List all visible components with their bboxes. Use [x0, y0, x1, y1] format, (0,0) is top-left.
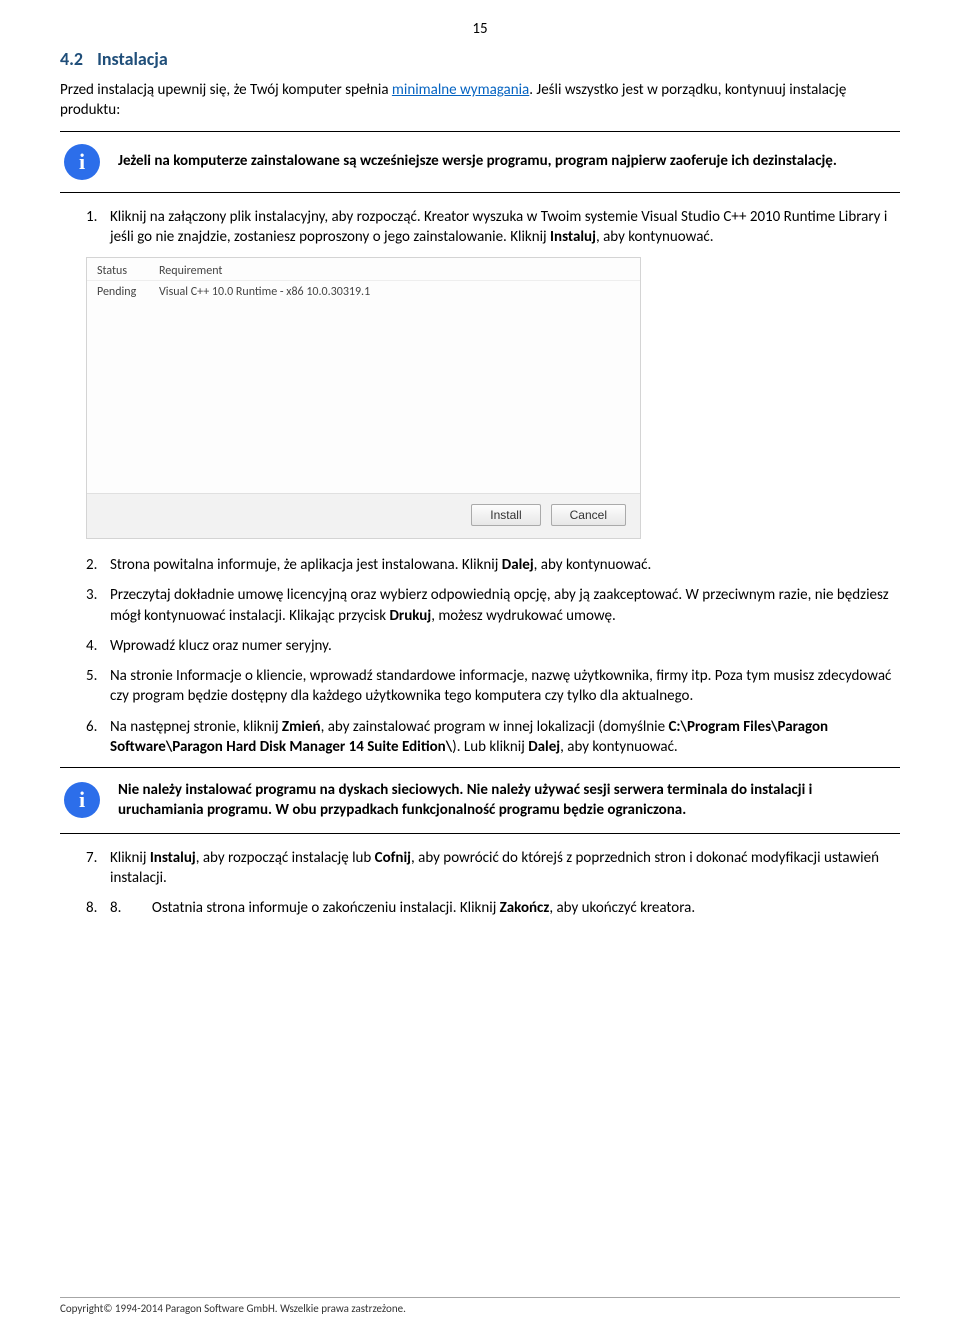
t: , aby kontynuować. [534, 556, 652, 574]
t: , aby kontynuować. [596, 228, 714, 246]
step-6: 6. Na następnej stronie, kliknij Zmień, … [86, 717, 900, 758]
installer-screenshot: Status Requirement Pending Visual C++ 10… [86, 257, 641, 539]
t: Strona powitalna informuje, że aplikacja… [110, 556, 502, 574]
intro-paragraph: Przed instalacją upewnij się, że Twój ko… [60, 80, 900, 121]
b: Cofnij [375, 849, 411, 867]
info-icon: i [64, 782, 100, 818]
t: Ostatnia strona informuje o zakończeniu … [152, 899, 500, 917]
info-block-1: i Jeżeli na komputerze zainstalowane są … [60, 131, 900, 193]
step-num: 4. [86, 636, 110, 656]
step-3: 3. Przeczytaj dokładnie umowę licencyjną… [86, 585, 900, 626]
t: Na stronie Informacje o kliencie, wprowa… [110, 667, 891, 705]
b: Dalej [502, 556, 534, 574]
t: , aby zainstalować program w innej lokal… [321, 718, 669, 736]
info-block-2: i Nie należy instalować programu na dysk… [60, 767, 900, 834]
t: Kliknij [110, 849, 150, 867]
b: Dalej [528, 738, 560, 756]
info-text-2: Nie należy instalować programu na dyskac… [118, 780, 900, 821]
cancel-button[interactable]: Cancel [551, 504, 626, 526]
step-1: 1. Kliknij na załączony plik instalacyjn… [86, 207, 900, 248]
info-icon: i [64, 144, 100, 180]
t: Na następnej stronie, kliknij [110, 718, 282, 736]
t: Kliknij na załączony plik instalacyjny, … [110, 208, 887, 246]
step-num: 5. [86, 666, 110, 707]
step-4: 4. Wprowadź klucz oraz numer seryjny. [86, 636, 900, 656]
table-row: Pending Visual C++ 10.0 Runtime - x86 10… [87, 281, 640, 303]
b: Zakończ [500, 899, 550, 917]
step-num: 6. [86, 717, 110, 758]
t: ). Lub kliknij [452, 738, 528, 756]
t: , aby rozpocząć instalację lub [196, 849, 375, 867]
section-title: Instalacja [97, 48, 168, 70]
b: Instaluj [550, 228, 596, 246]
step-num: 7. [86, 848, 110, 889]
step-num: 8. [86, 898, 110, 918]
cell-requirement: Visual C++ 10.0 Runtime - x86 10.0.30319… [159, 285, 630, 299]
step-7: 7. Kliknij Instaluj, aby rozpocząć insta… [86, 848, 900, 889]
b: Zmień [282, 718, 321, 736]
cell-status: Pending [97, 285, 141, 299]
t: , możesz wydrukować umowę. [431, 607, 616, 625]
install-button[interactable]: Install [471, 504, 540, 526]
step-num: 2. [86, 555, 110, 575]
intro-pre: Przed instalacją upewnij się, że Twój ko… [60, 81, 392, 99]
step-num: 1. [86, 207, 110, 248]
page-number: 15 [60, 20, 900, 38]
min-req-link[interactable]: minimalne wymagania [392, 81, 529, 99]
step-5: 5. Na stronie Informacje o kliencie, wpr… [86, 666, 900, 707]
col-status: Status [97, 264, 141, 278]
t: 8. [110, 899, 121, 917]
step-8: 8. 8. Ostatnia strona informuje o zakońc… [86, 898, 900, 918]
footer-copyright: Copyright© 1994-2014 Paragon Software Gm… [60, 1297, 900, 1315]
t: , aby ukończyć kreatora. [549, 899, 695, 917]
col-requirement: Requirement [159, 264, 630, 278]
section-number: 4.2 [60, 48, 83, 70]
b: Instaluj [150, 849, 196, 867]
step-num: 3. [86, 585, 110, 626]
section-heading: 4.2 Instalacja [60, 48, 900, 70]
t: , aby kontynuować. [560, 738, 678, 756]
step-2: 2. Strona powitalna informuje, że aplika… [86, 555, 900, 575]
t: Wprowadź klucz oraz numer seryjny. [110, 637, 332, 655]
info-text-1: Jeżeli na komputerze zainstalowane są wc… [118, 151, 900, 171]
b: Drukuj [389, 607, 431, 625]
